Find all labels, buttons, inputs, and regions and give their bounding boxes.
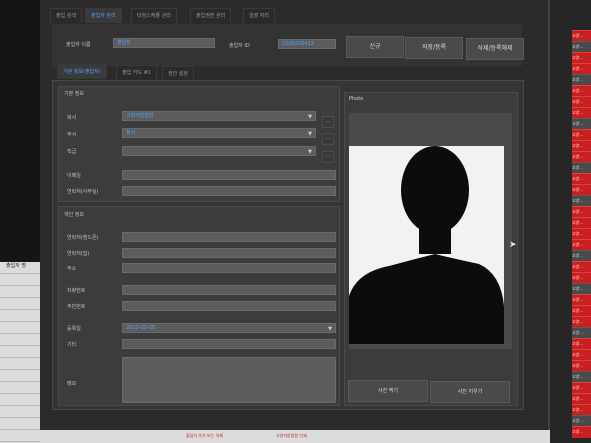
memo-textarea[interactable] xyxy=(122,357,336,403)
basic-info-group xyxy=(58,86,340,202)
address-label: 주소 xyxy=(67,266,77,272)
basic-info-title: 기본 정보 xyxy=(64,91,84,97)
photo-title: Photo xyxy=(349,96,364,102)
mobile-field[interactable] xyxy=(122,232,336,242)
subtab-rights[interactable]: 권한 설정 xyxy=(162,66,194,81)
office-phone-label: 연락처(사무실) xyxy=(67,189,99,195)
company-value: 고양지방법원 xyxy=(126,113,154,119)
save-button[interactable]: 저장/등록 xyxy=(405,37,463,59)
record-row[interactable]: 고양... xyxy=(572,426,591,438)
tab-batch[interactable]: 일괄 처리 xyxy=(243,8,275,23)
reg-date-picker[interactable]: 2013-03-05 ▼ xyxy=(122,323,336,333)
delete-button[interactable]: 삭제/등록해제 xyxy=(466,38,524,60)
status-text-1: 출입자 추가 또는 삭제 xyxy=(186,433,223,438)
dropdown-arrow-icon: ▼ xyxy=(328,326,332,332)
personal-info-title: 개인 정보 xyxy=(64,212,84,218)
email-field[interactable] xyxy=(122,170,336,180)
delete-photo-button[interactable]: 사진 지우기 xyxy=(430,381,510,403)
resident-number-field[interactable] xyxy=(122,301,336,311)
etc-field[interactable] xyxy=(122,339,336,349)
id-field[interactable]: 2200226413 xyxy=(278,39,336,49)
home-phone-label: 연락처(집) xyxy=(67,251,90,257)
company-label: 회사 xyxy=(67,115,77,121)
department-value: 정사 xyxy=(126,130,136,136)
position-label: 직급 xyxy=(67,149,77,155)
position-select[interactable]: ▼ xyxy=(122,146,316,156)
name-label: 출입자 이름 xyxy=(66,42,91,48)
tab-access-rights[interactable]: 출입권한 관리 xyxy=(190,8,232,23)
etc-label: 기타 xyxy=(67,342,77,348)
company-add-button[interactable]: … xyxy=(322,116,334,128)
left-panel-label: 출입자 명 xyxy=(6,263,26,269)
tab-access-search[interactable]: 출입 검색 xyxy=(50,8,82,23)
dropdown-arrow-icon: ▼ xyxy=(308,149,312,155)
tab-time-schedule[interactable]: 타임스케쥴 관리 xyxy=(131,8,177,23)
position-add-button[interactable]: … xyxy=(322,151,334,163)
department-add-button[interactable]: … xyxy=(322,133,334,145)
new-button[interactable]: 신규 xyxy=(346,36,404,58)
dropdown-arrow-icon: ▼ xyxy=(308,131,312,137)
email-label: 이메일 xyxy=(67,173,81,179)
home-phone-field[interactable] xyxy=(122,248,336,258)
mobile-label: 연락처(핸드폰) xyxy=(67,235,99,241)
resident-number-label: 주민번호 xyxy=(67,304,86,310)
photo-image xyxy=(349,146,504,344)
memo-label: 메모 xyxy=(67,381,77,387)
car-number-field[interactable] xyxy=(122,285,336,295)
department-label: 부서 xyxy=(67,132,77,138)
department-select[interactable]: 정사 ▼ xyxy=(122,128,316,138)
subtab-basic-info[interactable]: 기본 정보(출입자) xyxy=(57,64,107,79)
tab-person-manage[interactable]: 출입자 관리 xyxy=(85,8,122,23)
car-number-label: 차량번호 xyxy=(67,288,86,294)
name-field[interactable]: 출입자 xyxy=(113,38,215,48)
reg-date-value: 2013-03-05 xyxy=(126,325,156,331)
company-select[interactable]: 고양지방법원 ▼ xyxy=(122,111,316,121)
status-text-2: 고양지방법원 인쇄 xyxy=(276,433,307,438)
reg-date-label: 등록일 xyxy=(67,326,81,332)
office-phone-field[interactable] xyxy=(122,186,336,196)
subtab-card[interactable]: 출입 카드 #1 xyxy=(116,65,157,80)
capture-photo-button[interactable]: 사진 찍기 xyxy=(348,380,428,402)
dropdown-arrow-icon: ▼ xyxy=(308,114,312,120)
mouse-cursor-icon: ➤ xyxy=(509,240,517,250)
id-label: 출입자 ID xyxy=(229,43,250,49)
person-silhouette-icon xyxy=(349,146,504,344)
address-field[interactable] xyxy=(122,263,336,273)
